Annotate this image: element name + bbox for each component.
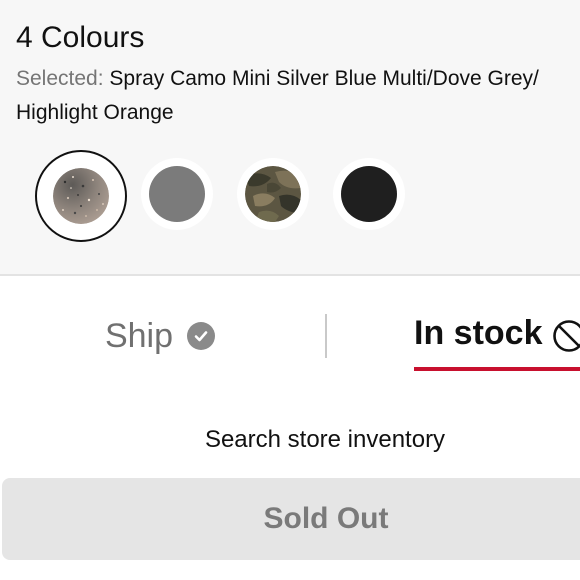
colour-swatch-grey[interactable] xyxy=(141,158,213,230)
selected-colour-text: Selected: Spray Camo Mini Silver Blue Mu… xyxy=(16,62,578,96)
unavailable-icon xyxy=(553,320,580,352)
product-options-page: 4 Colours Selected: Spray Camo Mini Silv… xyxy=(0,0,580,580)
colour-swatch-camo[interactable] xyxy=(237,158,309,230)
sold-out-button[interactable]: Sold Out xyxy=(2,478,580,560)
colour-picker-panel: 4 Colours Selected: Spray Camo Mini Silv… xyxy=(0,0,580,276)
selected-colour-value-line1: Spray Camo Mini Silver Blue Multi/Dove G… xyxy=(109,67,539,90)
tab-ship-label: Ship xyxy=(104,316,174,355)
search-store-inventory-link[interactable]: Search store inventory xyxy=(0,422,580,458)
sold-out-label: Sold Out xyxy=(263,502,389,535)
colour-swatch-black[interactable] xyxy=(333,158,405,230)
tab-in-stock-label: In stock xyxy=(414,314,543,352)
black-swatch-fill xyxy=(341,166,397,222)
colour-count-title: 4 Colours xyxy=(16,21,145,54)
grey-swatch-fill xyxy=(149,166,205,222)
spray-camo-swatch-fill xyxy=(53,168,109,224)
active-tab-underline xyxy=(414,367,580,371)
tab-divider xyxy=(325,314,327,358)
tab-ship[interactable]: Ship xyxy=(60,300,260,372)
tab-in-stock[interactable]: In stock xyxy=(414,300,580,372)
selected-colour-value-line2: Highlight Orange xyxy=(16,101,174,124)
selected-colour-label: Selected: xyxy=(16,67,104,90)
colour-swatch-spray-camo[interactable] xyxy=(35,150,127,242)
camo-swatch-fill xyxy=(245,166,301,222)
check-circle-icon xyxy=(187,322,216,350)
